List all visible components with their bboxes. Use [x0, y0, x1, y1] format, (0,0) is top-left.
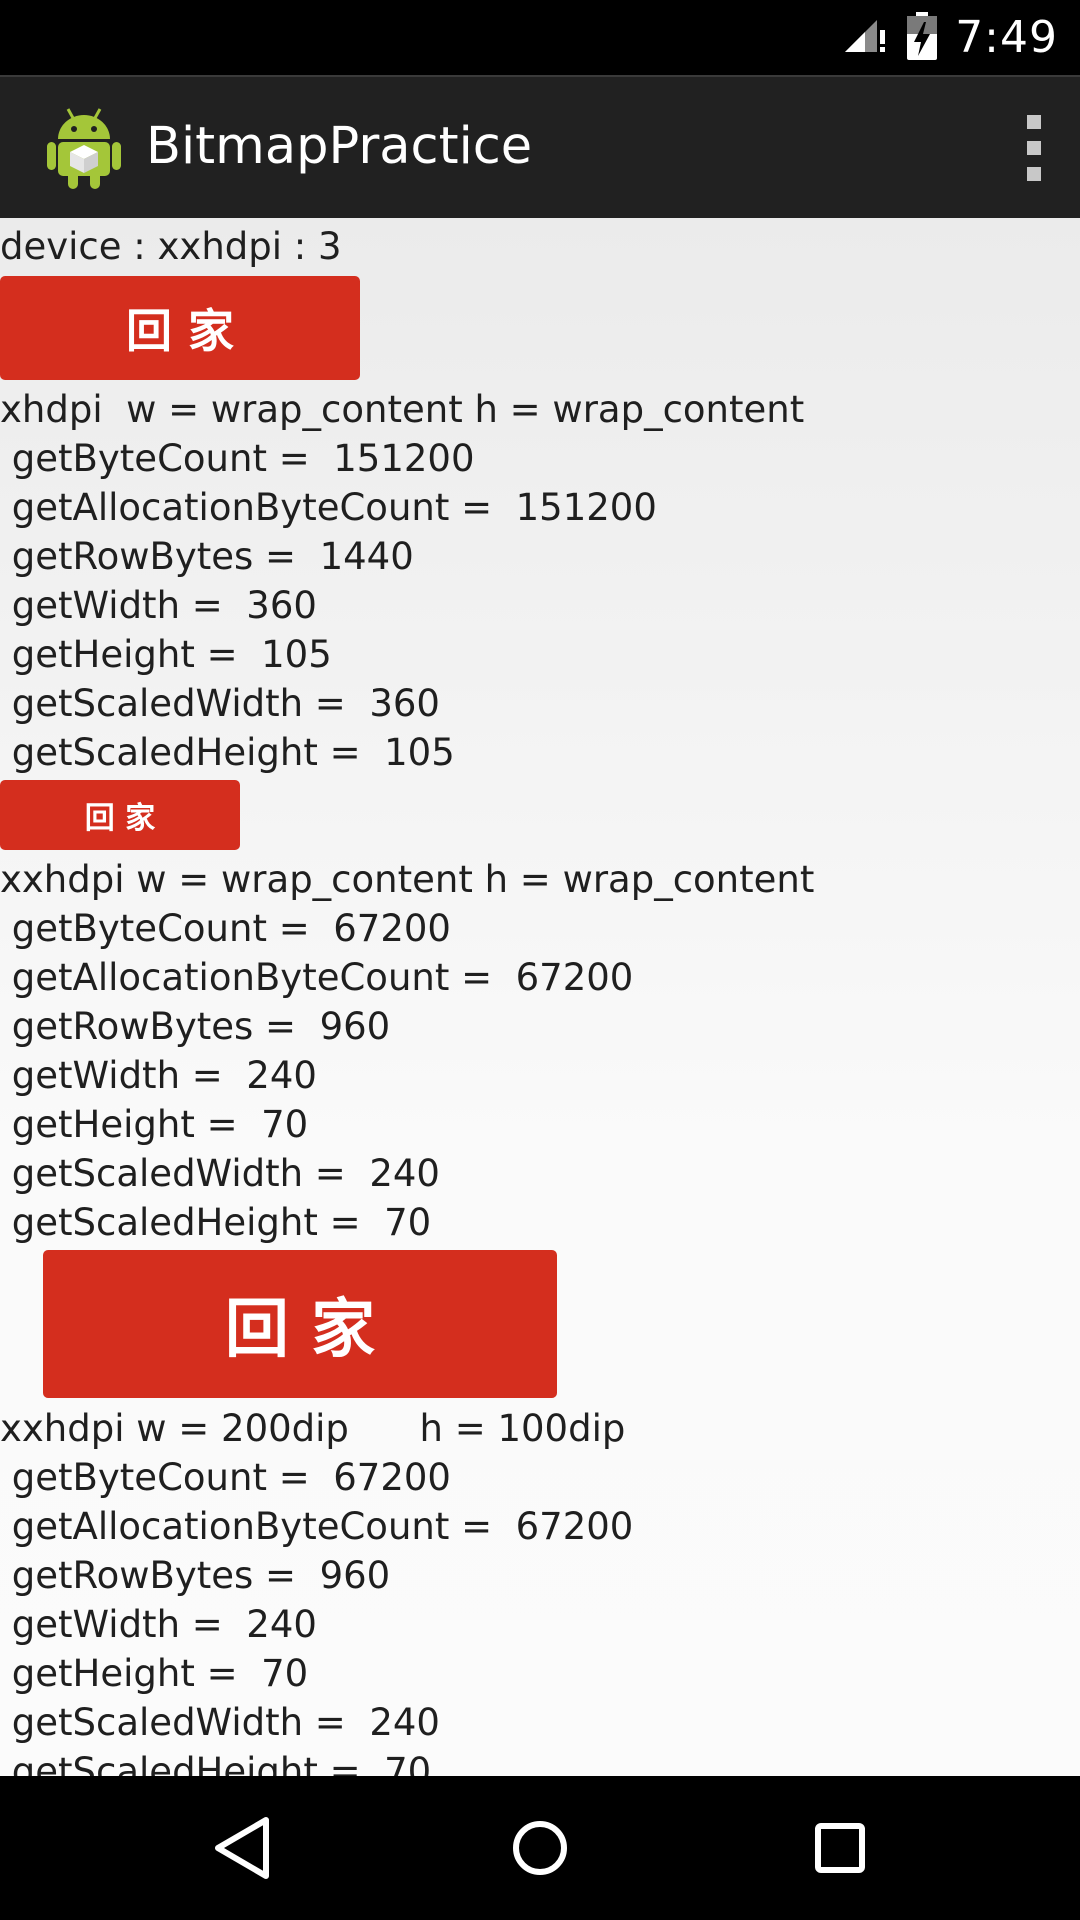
stat-line: getWidth = 240: [0, 1603, 317, 1646]
stat-line: getWidth = 240: [0, 1054, 317, 1097]
home-button-xhdpi[interactable]: 回 家: [0, 276, 360, 380]
stat-line: getRowBytes = 960: [0, 1005, 391, 1048]
battery-charging-icon: [907, 11, 938, 64]
action-bar: BitmapPractice: [0, 75, 1080, 218]
stat-line: getScaledWidth = 240: [0, 1152, 440, 1195]
stat-line: getAllocationByteCount = 67200: [0, 1505, 634, 1548]
status-time: 7:49: [955, 12, 1058, 63]
overflow-menu-icon[interactable]: [1020, 115, 1048, 181]
stat-line: getWidth = 360: [0, 584, 317, 627]
stat-line: getByteCount = 151200: [0, 437, 475, 480]
stat-line: getScaledWidth = 360: [0, 682, 440, 725]
stat-line: getHeight = 105: [0, 633, 332, 676]
home-button-xxhdpi-200dip[interactable]: 回 家: [43, 1250, 557, 1398]
status-icons: 7:49: [843, 0, 1058, 75]
stat-line: getRowBytes = 960: [0, 1554, 391, 1597]
stat-line: getAllocationByteCount = 67200: [0, 956, 634, 999]
button-label: 回 家: [224, 1293, 376, 1367]
stat-line: getHeight = 70: [0, 1652, 309, 1695]
stat-line: getByteCount = 67200: [0, 1456, 451, 1499]
stat-line: getAllocationByteCount = 151200: [0, 486, 657, 529]
stat-line: getScaledHeight = 70: [0, 1201, 432, 1244]
button-label: 回 家: [125, 304, 234, 358]
stat-line: getScaledHeight = 70: [0, 1750, 432, 1776]
navigation-bar: [0, 1776, 1080, 1920]
block-header: xxhdpi w = 200dip h = 100dip: [0, 1407, 626, 1450]
stat-line: getHeight = 70: [0, 1103, 309, 1146]
home-icon[interactable]: [496, 1804, 584, 1892]
app-title: BitmapPractice: [146, 117, 533, 176]
android-app-icon[interactable]: [46, 105, 122, 191]
stat-line: getByteCount = 67200: [0, 907, 451, 950]
content-scroll[interactable]: device : xxhdpi : 3 回 家 xhdpi w = wrap_c…: [0, 218, 1080, 1776]
recents-icon[interactable]: [796, 1804, 884, 1892]
home-button-xxhdpi-wrap[interactable]: 回 家: [0, 780, 240, 850]
button-label: 回 家: [84, 801, 156, 836]
device-info: device : xxhdpi : 3: [0, 225, 342, 268]
block-header: xhdpi w = wrap_content h = wrap_content: [0, 388, 805, 431]
stat-line: getRowBytes = 1440: [0, 535, 414, 578]
back-icon[interactable]: [196, 1804, 284, 1892]
status-bar: 7:49: [0, 0, 1080, 75]
signal-icon: [843, 18, 889, 58]
block-header: xxhdpi w = wrap_content h = wrap_content: [0, 858, 815, 901]
stat-line: getScaledHeight = 105: [0, 731, 455, 774]
stat-line: getScaledWidth = 240: [0, 1701, 440, 1744]
